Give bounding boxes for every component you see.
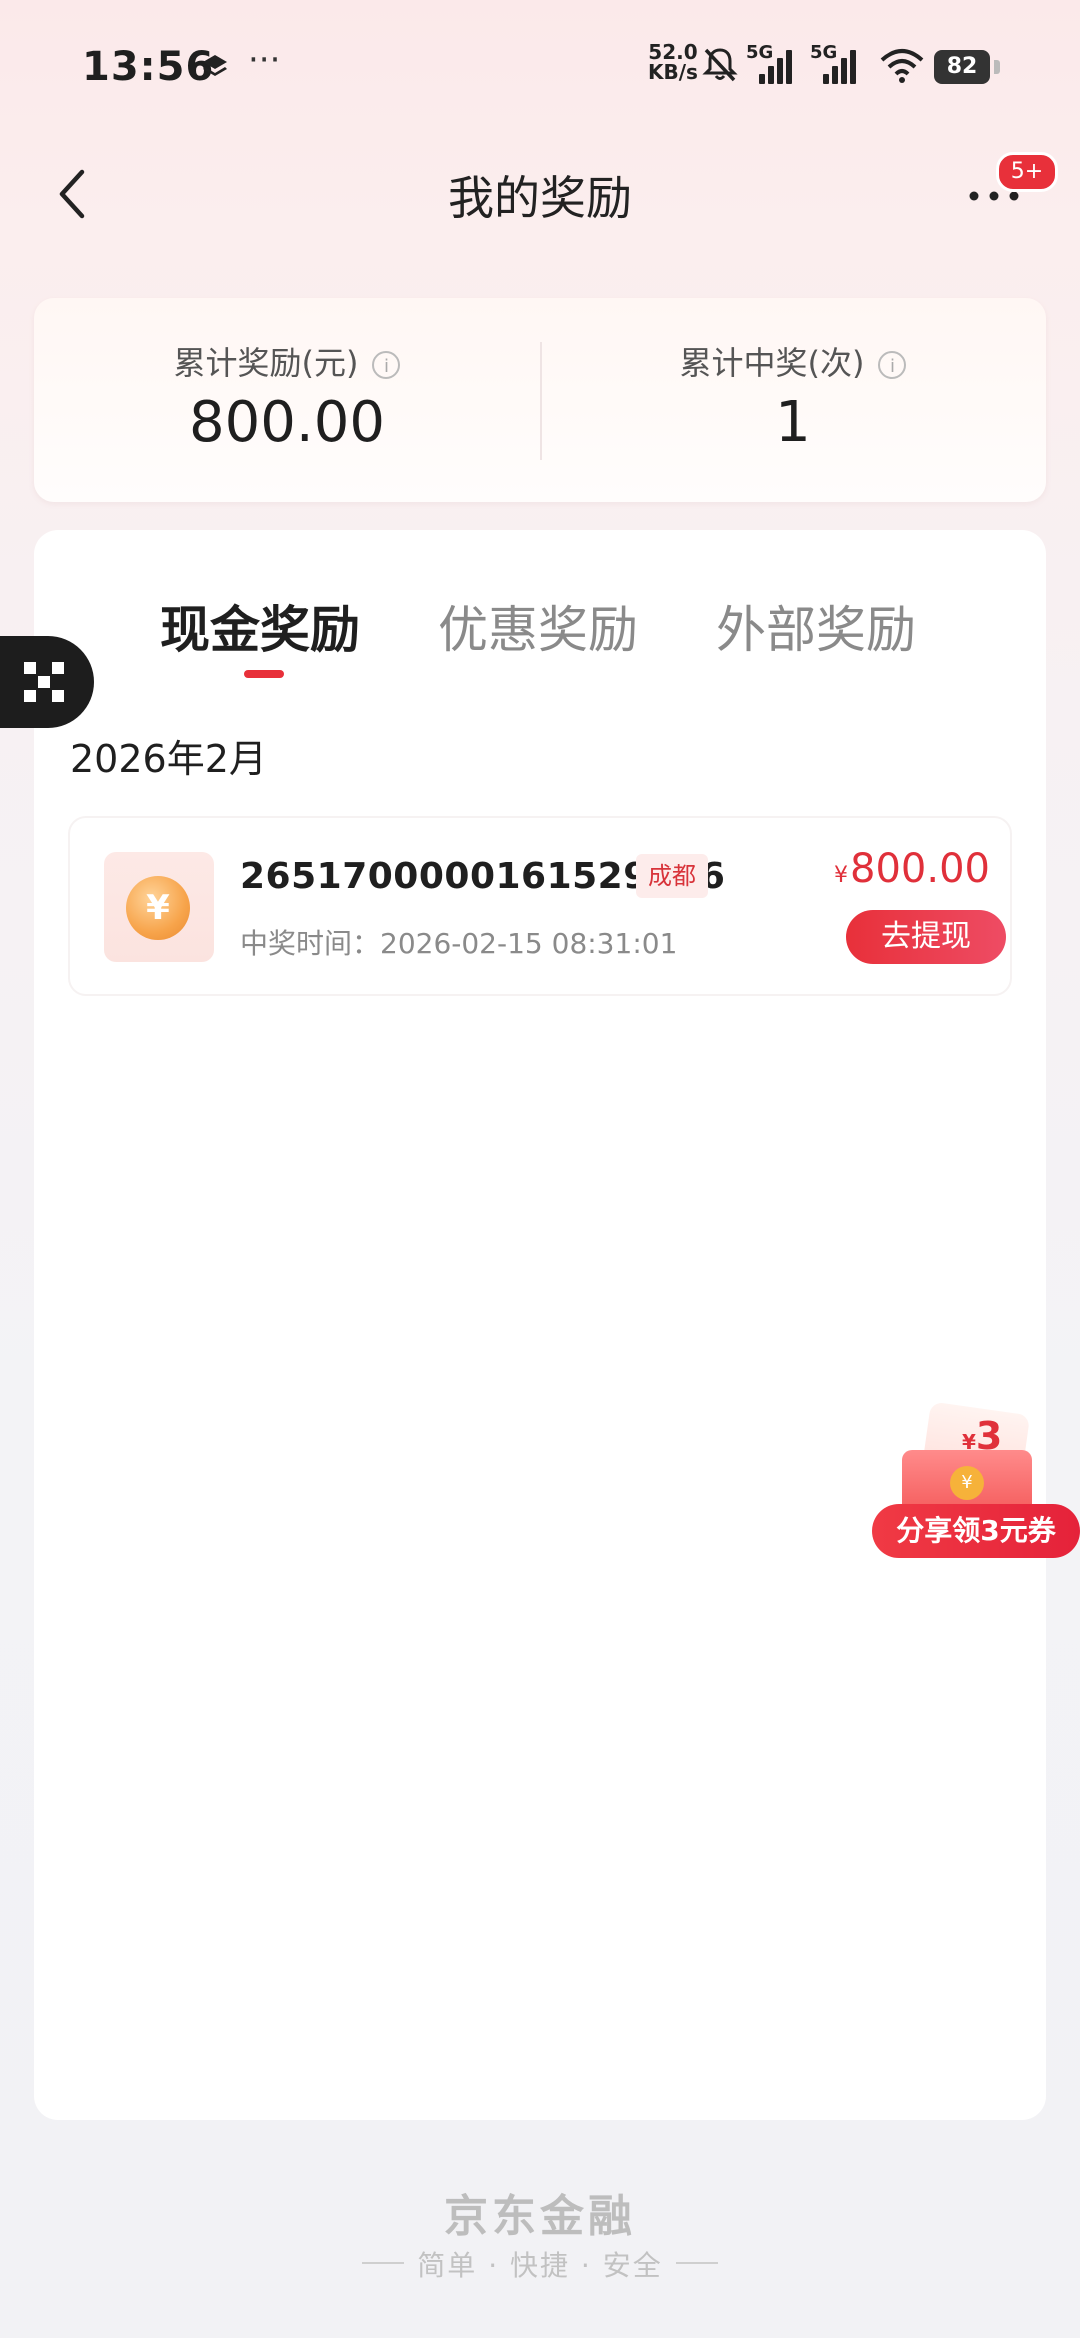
info-icon[interactable]: i [372, 351, 401, 379]
net-speed-value: 52.0 [648, 40, 698, 64]
info-icon[interactable]: i [878, 351, 907, 379]
wifi-icon [880, 49, 924, 83]
active-tab-indicator [244, 670, 284, 678]
tab-discount-rewards[interactable]: 优惠奖励 [438, 590, 638, 662]
currency-symbol: ¥ [834, 863, 849, 888]
reward-thumbnail: ¥ [104, 852, 214, 962]
page-title: 我的奖励 [448, 171, 632, 225]
coin-icon: ¥ [950, 1466, 984, 1500]
network-speed: 52.0 KB/s [648, 42, 698, 82]
footer-brand: 京东金融 [444, 2191, 636, 2242]
battery-level: 82 [934, 50, 990, 84]
grid-icon [24, 662, 64, 702]
total-reward-stat: 累计奖励(元) i 800.00 [34, 298, 540, 502]
total-wins-value: 1 [775, 390, 811, 455]
bell-off-icon [702, 48, 738, 82]
month-header: 2026年2月 [70, 737, 267, 781]
total-reward-label: 累计奖励(元) [173, 344, 359, 382]
total-wins-stat: 累计中奖(次) i 1 [540, 298, 1046, 502]
rewards-list-card: 现金奖励 优惠奖励 外部奖励 2026年2月 ¥ 265170000016152… [34, 530, 1046, 2120]
share-coupon-float[interactable]: ¥3 ¥ 分享领3元券 [872, 1400, 1080, 1560]
signal-strength-2: 5G [810, 42, 856, 84]
withdraw-button[interactable]: 去提现 [846, 910, 1006, 964]
total-wins-label-row: 累计中奖(次) i [540, 338, 1046, 384]
net-speed-unit: KB/s [648, 60, 698, 84]
amount-value: 800.00 [850, 846, 990, 892]
reward-amount: ¥800.00 [830, 846, 990, 892]
reward-list-item[interactable]: ¥ 2651700000161529666 成都 中奖时间：2026-02-15… [68, 816, 1012, 996]
battery-indicator: 82 [934, 50, 1000, 84]
city-tag: 成都 [636, 854, 708, 898]
total-reward-value: 800.00 [189, 390, 385, 455]
total-reward-label-row: 累计奖励(元) i [34, 338, 540, 384]
notification-badge: 5+ [996, 152, 1058, 192]
more-notifications-icon: ··· [248, 40, 281, 80]
tab-cash-rewards[interactable]: 现金奖励 [160, 590, 360, 662]
signal-strength-1: 5G [746, 42, 792, 84]
reward-summary-card: 累计奖励(元) i 800.00 累计中奖(次) i 1 [34, 298, 1046, 502]
status-time: 13:56 [82, 44, 215, 90]
total-wins-label: 累计中奖(次) [679, 344, 865, 382]
share-coupon-label: 分享领3元券 [872, 1504, 1080, 1558]
footer-slogan: 简单 · 快捷 · 安全 [417, 2249, 663, 2282]
floating-tool-button[interactable] [0, 636, 94, 728]
tab-external-rewards[interactable]: 外部奖励 [716, 590, 916, 662]
layers-icon [203, 55, 227, 76]
win-time: 中奖时间：2026-02-15 08:31:01 [240, 927, 678, 960]
coin-icon: ¥ [126, 876, 190, 940]
footer-divider-right [676, 2262, 718, 2264]
